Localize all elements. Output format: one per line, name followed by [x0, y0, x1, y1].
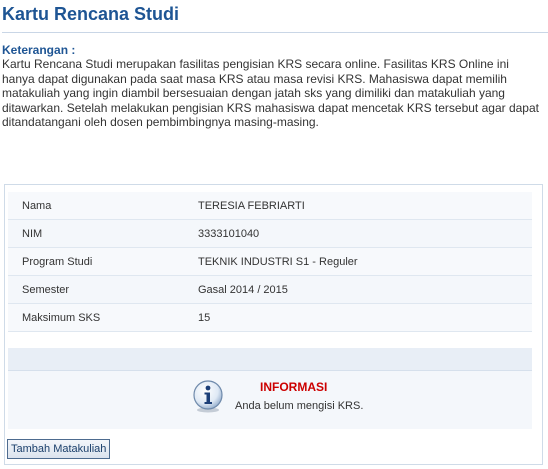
table-row-nama: Nama TERESIA FEBRIARTI — [8, 192, 532, 220]
info-icon — [193, 380, 223, 413]
row-label: Semester — [22, 284, 70, 296]
row-value: TERESIA FEBRIARTI — [198, 200, 305, 212]
row-value: 15 — [198, 312, 211, 324]
info-message: Anda belum mengisi KRS. — [235, 400, 364, 412]
section-separator — [8, 348, 532, 371]
row-label: NIM — [22, 228, 43, 240]
info-message-box: INFORMASI Anda belum mengisi KRS. — [8, 371, 532, 429]
row-value: TEKNIK INDUSTRI S1 - Reguler — [198, 256, 358, 268]
row-label: Program Studi — [22, 256, 93, 268]
table-row-maksimum-sks: Maksimum SKS 15 — [8, 304, 532, 332]
table-row-semester: Semester Gasal 2014 / 2015 — [8, 276, 532, 304]
row-value: Gasal 2014 / 2015 — [198, 284, 288, 296]
page-title: Kartu Rencana Studi — [2, 2, 548, 33]
add-course-button[interactable]: Tambah Matakuliah — [7, 439, 111, 459]
keterangan-heading: Keterangan : — [2, 43, 76, 57]
table-row-program-studi: Program Studi TEKNIK INDUSTRI S1 - Regul… — [8, 248, 532, 276]
keterangan-text: Kartu Rencana Studi merupakan fasilitas … — [2, 57, 539, 130]
info-title: INFORMASI — [260, 380, 328, 394]
row-value: 3333101040 — [198, 228, 260, 240]
table-row-nim: NIM 3333101040 — [8, 220, 532, 248]
row-label: Nama — [22, 200, 52, 212]
student-info-table: Nama TERESIA FEBRIARTI NIM 3333101040 Pr… — [8, 192, 532, 332]
row-label: Maksimum SKS — [22, 312, 101, 324]
